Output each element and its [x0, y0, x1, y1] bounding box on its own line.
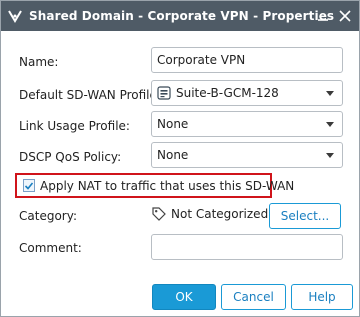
category-value: Not Categorized: [171, 207, 269, 221]
title-bar[interactable]: Shared Domain - Corporate VPN - Properti…: [1, 1, 359, 31]
nat-option-highlight: Apply NAT to traffic that uses this SD-W…: [15, 173, 294, 198]
name-row: Name:: [19, 55, 58, 69]
cancel-button[interactable]: Cancel: [221, 284, 286, 310]
minimize-button[interactable]: [315, 8, 331, 24]
comment-label: Comment:: [19, 241, 82, 255]
nat-checkbox[interactable]: [23, 179, 35, 192]
help-button-label: Help: [308, 290, 336, 304]
sdwan-profile-value: Suite-B-GCM-128: [176, 86, 279, 100]
category-row: Category:: [19, 209, 77, 223]
sdwan-profile-label: Default SD-WAN Profile:: [19, 88, 161, 102]
ok-button[interactable]: OK: [152, 284, 216, 310]
chevron-down-icon: [326, 122, 334, 127]
help-button[interactable]: Help: [291, 284, 353, 310]
ok-button-label: OK: [175, 290, 193, 304]
link-usage-row: Link Usage Profile:: [19, 119, 130, 133]
comment-row: Comment:: [19, 241, 82, 255]
nat-checkbox-label[interactable]: Apply NAT to traffic that uses this SD-W…: [40, 179, 294, 193]
close-button[interactable]: [337, 8, 353, 24]
checkmark-icon: [24, 181, 34, 190]
link-usage-label: Link Usage Profile:: [19, 119, 130, 133]
properties-dialog: Shared Domain - Corporate VPN - Properti…: [0, 0, 360, 317]
name-value: Corporate VPN: [157, 53, 246, 67]
select-category-button[interactable]: Select...: [269, 203, 341, 229]
comment-field[interactable]: [151, 234, 343, 260]
category-label: Category:: [19, 209, 77, 223]
dscp-label: DSCP QoS Policy:: [19, 150, 122, 164]
chevron-down-icon: [326, 153, 334, 158]
select-button-label: Select...: [280, 209, 330, 223]
link-usage-dropdown[interactable]: None: [151, 111, 343, 137]
minimize-icon: [318, 19, 328, 21]
window-title: Shared Domain - Corporate VPN - Properti…: [29, 9, 335, 23]
dscp-dropdown[interactable]: None: [151, 142, 343, 168]
tag-icon: [152, 207, 166, 221]
sdwan-profile-icon: [157, 86, 171, 100]
dscp-value: None: [157, 148, 189, 162]
category-display: Not Categorized: [152, 207, 268, 221]
dscp-row: DSCP QoS Policy:: [19, 150, 121, 164]
cancel-button-label: Cancel: [233, 290, 274, 304]
sdwan-profile-row: Default SD-WAN Profile:: [19, 88, 161, 102]
name-label: Name:: [19, 55, 59, 69]
chevron-down-icon: [326, 91, 334, 96]
name-field[interactable]: Corporate VPN: [151, 47, 343, 73]
sdwan-profile-dropdown[interactable]: Suite-B-GCM-128: [151, 80, 343, 106]
shared-domain-logo-icon: [8, 10, 22, 23]
close-icon: [339, 10, 351, 22]
link-usage-value: None: [157, 117, 189, 131]
